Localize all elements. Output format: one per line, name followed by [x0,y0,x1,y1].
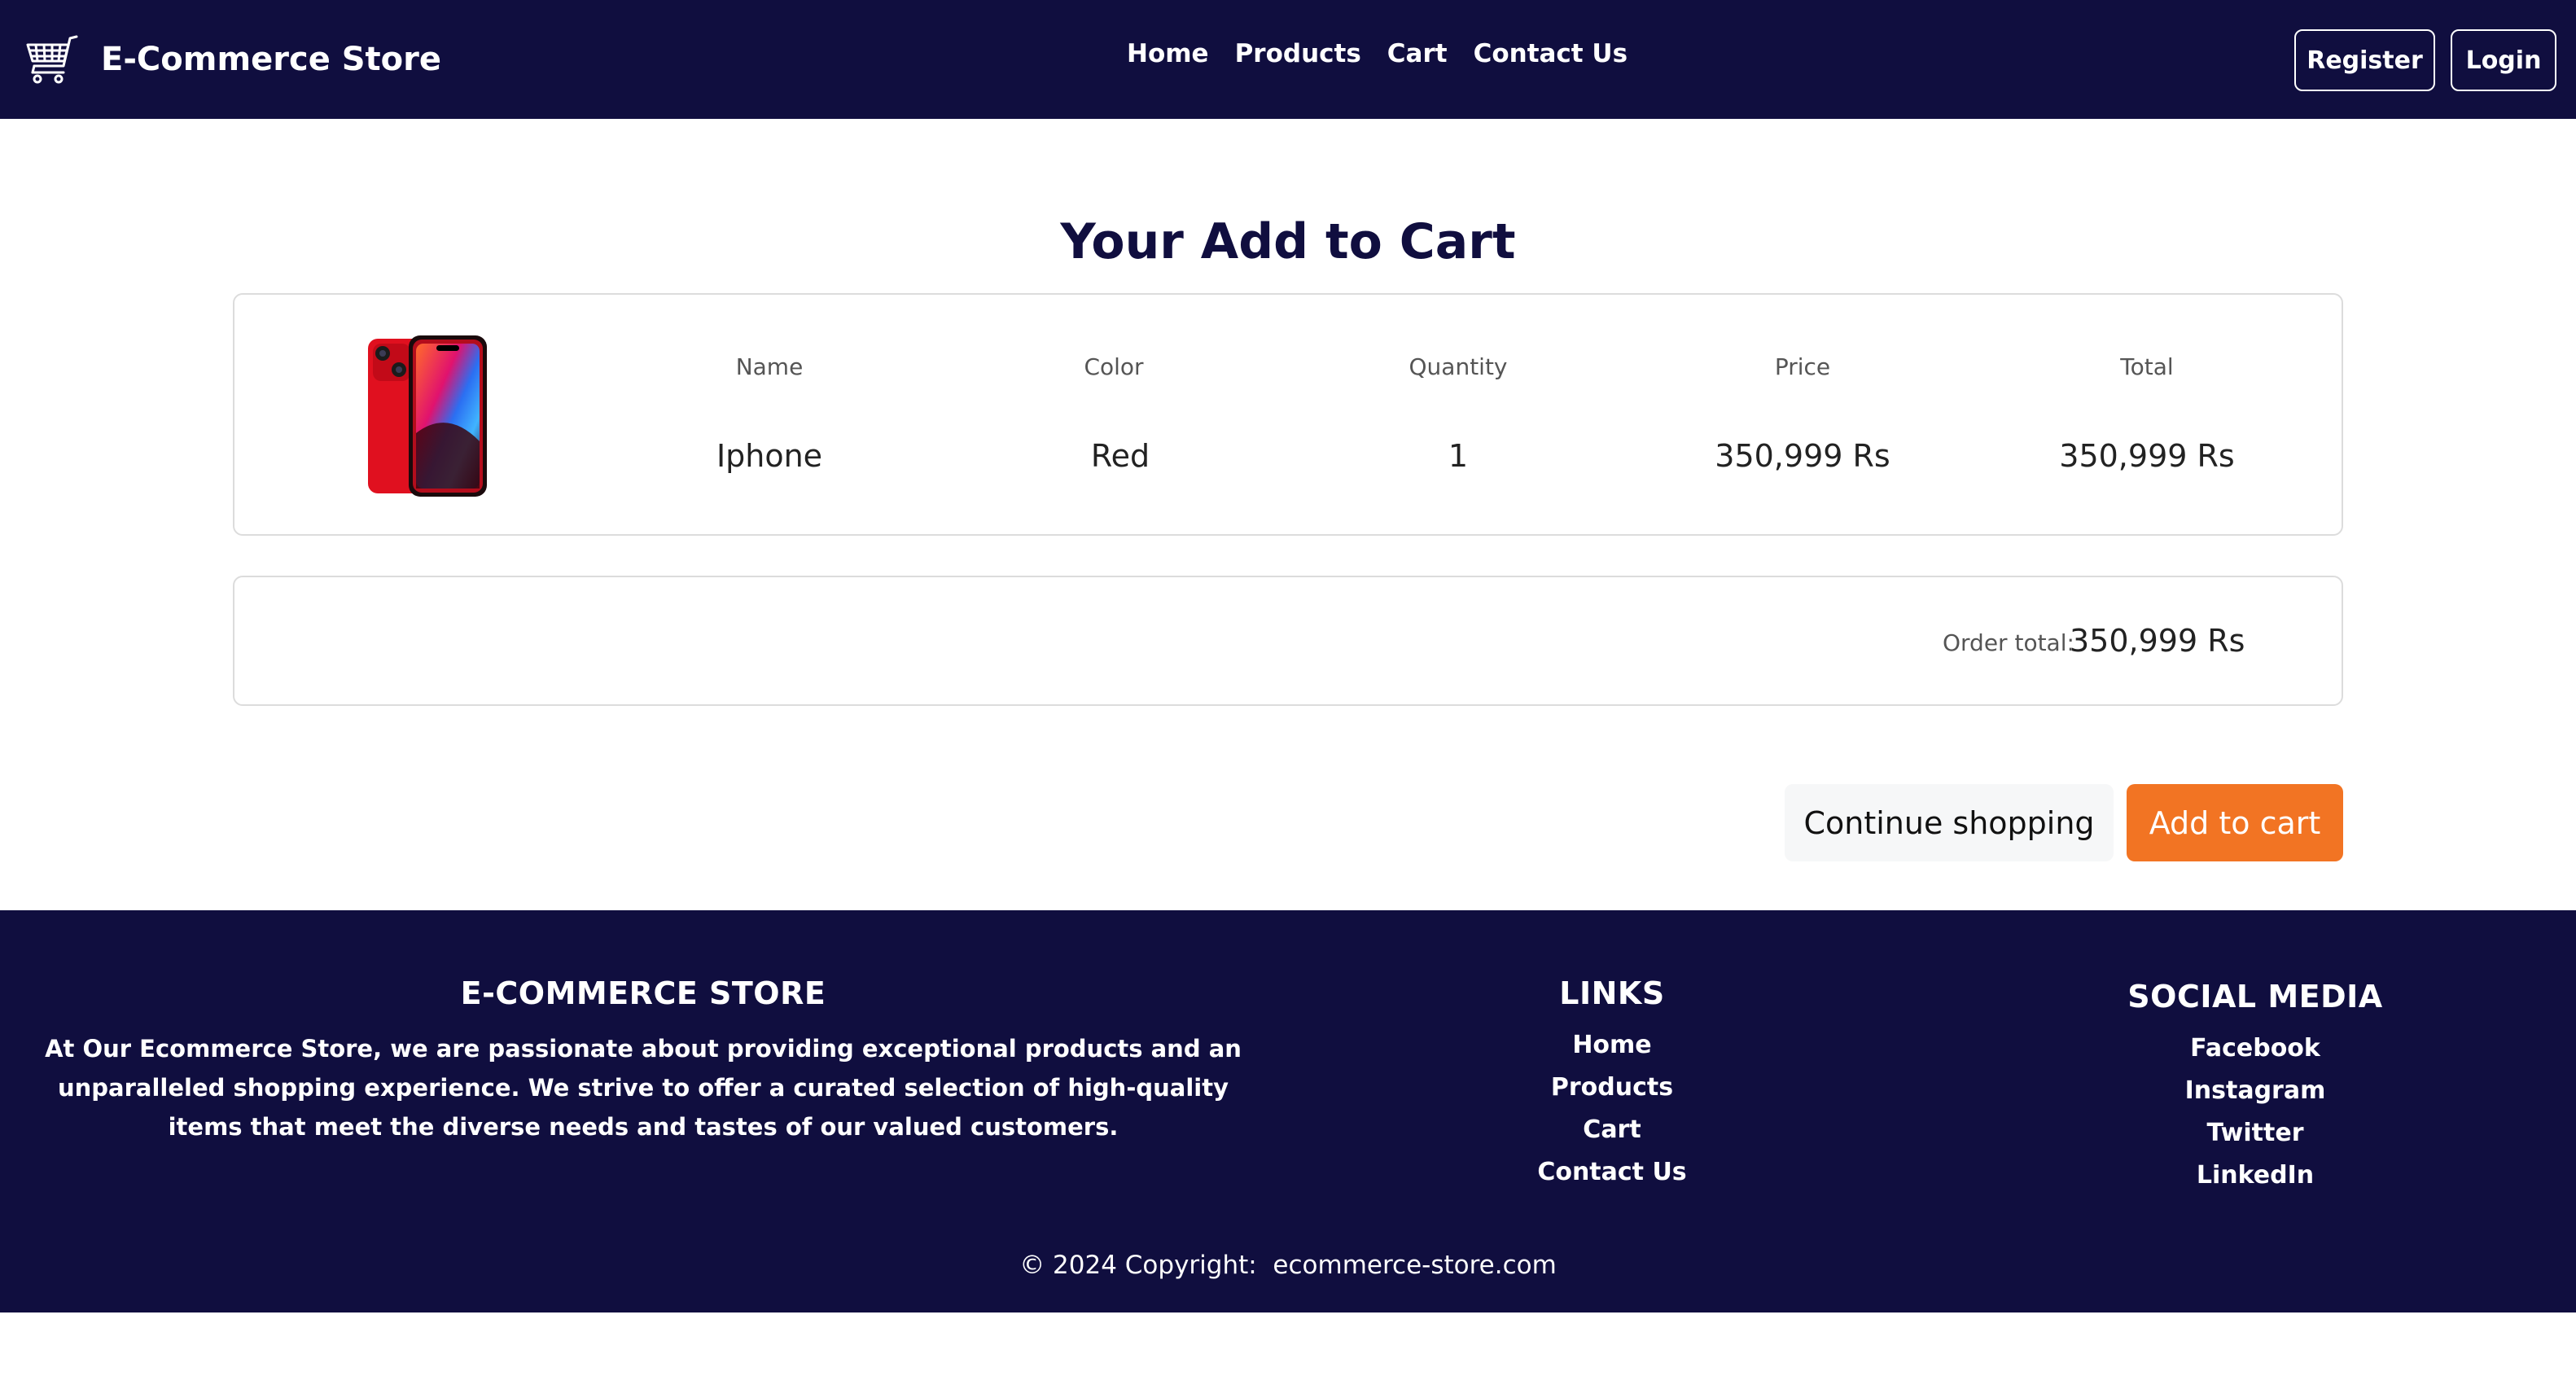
navbar: E-Commerce Store Home Products Cart Cont… [0,0,2576,119]
footer-link-cart[interactable]: Cart [1490,1112,1734,1155]
order-total-card: Order total: 350,999 Rs [233,576,2343,706]
brand-name[interactable]: E-Commerce Store [101,41,441,78]
nav-link-contact-us[interactable]: Contact Us [1474,39,1628,68]
footer-link-instagram[interactable]: Instagram [2125,1073,2385,1115]
brand[interactable]: E-Commerce Store [24,31,441,88]
main-nav: Home Products Cart Contact Us [1127,39,1628,68]
page-title: Your Add to Cart [1060,213,1516,270]
footer-link-home[interactable]: Home [1490,1028,1734,1070]
footer-about-text: At Our Ecommerce Store, we are passionat… [45,1035,1242,1141]
add-to-cart-button[interactable]: Add to cart [2127,784,2343,861]
item-quantity: 1 [1448,438,1469,474]
footer-link-facebook[interactable]: Facebook [2125,1031,2385,1073]
cart-item-card: Name Color Quantity Price Total Iphone R… [233,293,2343,536]
continue-shopping-button[interactable]: Continue shopping [1785,784,2114,861]
product-image [368,335,487,497]
shopping-cart-icon [26,35,78,84]
footer-links: LINKS Home Products Cart Contact Us [1490,975,1734,1197]
footer-about: E-COMMERCE STORE At Our Ecommerce Store,… [41,975,1246,1146]
header-quantity: Quantity [1408,353,1508,380]
header-price: Price [1774,353,1831,380]
footer-social-heading: SOCIAL MEDIA [2127,979,2383,1014]
nav-link-products[interactable]: Products [1235,39,1361,68]
login-button[interactable]: Login [2451,29,2556,91]
header-name: Name [735,353,804,380]
copyright: © 2024 Copyright: ecommerce-store.com [1019,1251,1557,1280]
header-color: Color [1084,353,1144,380]
item-price: 350,999 Rs [1715,438,1890,474]
register-button[interactable]: Register [2294,29,2435,91]
item-color: Red [1090,438,1150,474]
item-total: 350,999 Rs [2059,438,2235,474]
footer-link-contact-us[interactable]: Contact Us [1490,1155,1734,1197]
order-total-label: Order total: [1943,629,2074,656]
footer: E-COMMERCE STORE At Our Ecommerce Store,… [0,910,2576,1312]
footer-link-products[interactable]: Products [1490,1070,1734,1112]
footer-links-heading: LINKS [1559,975,1665,1011]
order-total-value: 350,999 Rs [2070,623,2245,659]
header-total: Total [2120,353,2174,380]
footer-link-linkedin[interactable]: LinkedIn [2125,1158,2385,1200]
footer-social: SOCIAL MEDIA Facebook Instagram Twitter … [2125,975,2385,1200]
footer-about-heading: E-COMMERCE STORE [460,975,826,1011]
footer-link-twitter[interactable]: Twitter [2125,1115,2385,1158]
nav-link-home[interactable]: Home [1127,39,1209,68]
nav-link-cart[interactable]: Cart [1387,39,1448,68]
item-name: Iphone [716,438,823,474]
